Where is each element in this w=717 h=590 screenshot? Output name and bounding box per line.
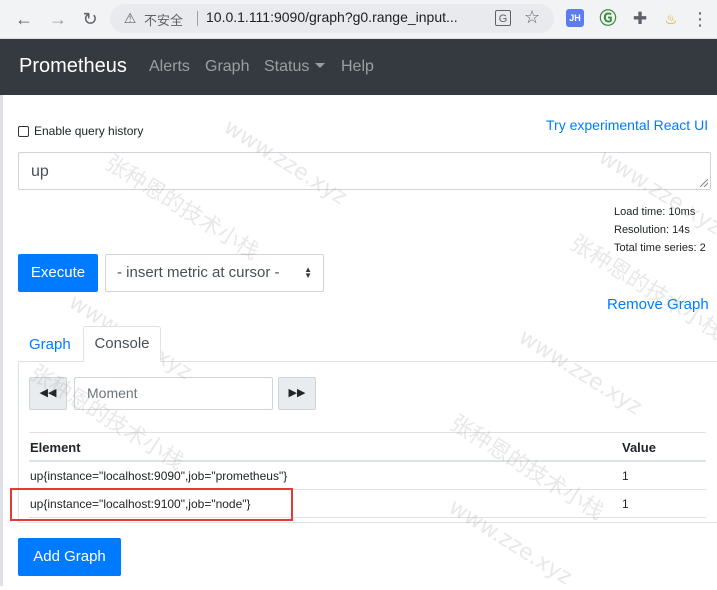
left-edge-divider (0, 95, 3, 586)
fast-forward-icon[interactable]: ▶▶ (278, 377, 316, 410)
query-stats: Load time: 10ms Resolution: 14s Total ti… (614, 203, 711, 257)
row-value: 1 (622, 469, 629, 483)
extensions-puzzle-icon[interactable]: ✚ (630, 9, 650, 29)
url-text[interactable]: 10.0.1.111:9090/graph?g0.range_input... (206, 9, 488, 25)
nav-status[interactable]: Status (264, 58, 326, 76)
row-value: 1 (622, 497, 629, 511)
expression-input[interactable]: up (18, 152, 711, 190)
back-icon[interactable]: ← (12, 7, 36, 31)
nav-help[interactable]: Help (341, 58, 374, 76)
tab-console[interactable]: Console (83, 326, 161, 362)
query-history-label[interactable]: Enable query history (34, 124, 143, 138)
top-navbar: Prometheus Alerts Graph Status Help (0, 39, 717, 95)
select-arrows-icon: ▲ ▼ (304, 265, 312, 280)
jh-extension-icon[interactable]: JH (566, 9, 584, 27)
remove-graph-link[interactable]: Remove Graph (607, 296, 709, 313)
table-row: up{instance="localhost:9090",job="promet… (29, 462, 706, 490)
column-header-element: Element (30, 440, 81, 455)
table-header: Element Value (29, 432, 706, 462)
translate-icon[interactable]: G (495, 10, 511, 26)
query-history-toggle[interactable]: Enable query history (18, 124, 143, 138)
nav-graph[interactable]: Graph (205, 58, 249, 76)
nav-status-label[interactable]: Status (264, 58, 309, 75)
flame-extension-icon[interactable]: ♨ (661, 9, 681, 29)
address-bar[interactable]: ⚠ 不安全 10.0.1.111:9090/graph?g0.range_inp… (110, 4, 554, 33)
table-row: up{instance="localhost:9100",job="node"}… (29, 490, 706, 518)
chevron-down-icon[interactable] (315, 63, 326, 68)
insert-metric-select[interactable]: - insert metric at cursor - ▲ ▼ (105, 254, 324, 292)
nav-alerts[interactable]: Alerts (149, 58, 190, 76)
total-time-series: Total time series: 2 (614, 242, 706, 254)
browser-toolbar: ← → ↻ ⚠ 不安全 10.0.1.111:9090/graph?g0.ran… (0, 0, 717, 39)
address-separator (197, 11, 198, 26)
rewind-icon[interactable]: ◀◀ (29, 377, 67, 410)
add-graph-button[interactable]: Add Graph (18, 538, 121, 576)
insecure-label[interactable]: 不安全 (144, 10, 183, 29)
row-element: up{instance="localhost:9100",job="node"} (30, 497, 251, 511)
tab-graph[interactable]: Graph (29, 336, 71, 353)
forward-icon[interactable]: → (46, 7, 70, 31)
reload-icon[interactable]: ↻ (78, 7, 102, 31)
warning-icon[interactable]: ⚠ (122, 10, 138, 26)
bookmark-star-icon[interactable]: ☆ (524, 7, 540, 28)
insert-metric-label[interactable]: - insert metric at cursor - (117, 264, 280, 281)
resize-handle-icon[interactable] (700, 179, 708, 187)
query-history-checkbox[interactable] (18, 125, 29, 137)
row-element: up{instance="localhost:9090",job="promet… (30, 469, 288, 483)
brand-logo[interactable]: Prometheus (19, 55, 127, 78)
browser-menu-icon[interactable]: ⋮ (690, 9, 710, 29)
column-header-value: Value (622, 440, 656, 455)
moment-input[interactable]: Moment (74, 377, 273, 410)
grammarly-extension-icon[interactable]: Ⓖ (598, 9, 618, 29)
resolution: Resolution: 14s (614, 224, 690, 236)
execute-button[interactable]: Execute (18, 254, 98, 292)
console-panel: ◀◀ Moment ▶▶ Element Value up{instance="… (18, 361, 717, 523)
expression-text[interactable]: up (31, 163, 49, 180)
react-ui-link[interactable]: Try experimental React UI (546, 117, 708, 133)
load-time: Load time: 10ms (614, 206, 696, 218)
